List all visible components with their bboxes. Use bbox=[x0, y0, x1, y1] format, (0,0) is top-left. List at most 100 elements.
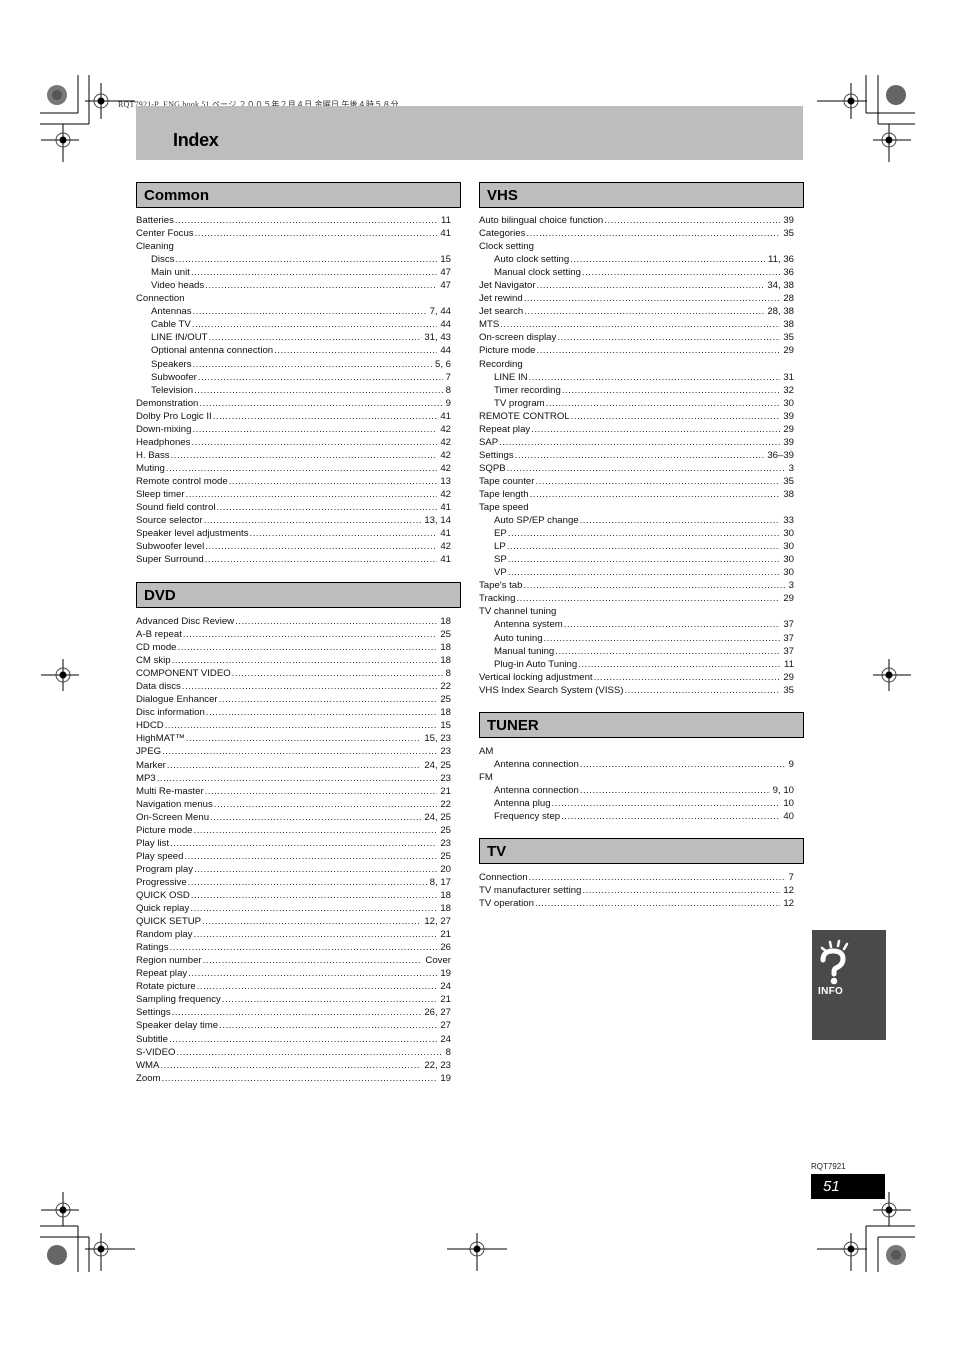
dot-leader bbox=[192, 423, 437, 436]
index-entry: COMPONENT VIDEO 8 bbox=[136, 667, 461, 680]
page-reference: 29 bbox=[783, 423, 794, 435]
page-reference: 40 bbox=[783, 811, 794, 823]
dot-leader bbox=[182, 680, 438, 693]
dot-leader bbox=[507, 462, 786, 475]
index-entry: Play list 23 bbox=[136, 837, 461, 850]
index-entry: JPEG 23 bbox=[136, 745, 461, 758]
index-term: LINE IN/OUT bbox=[151, 332, 208, 344]
index-term: WMA bbox=[136, 1059, 160, 1071]
index-entry: Speaker level adjustments 41 bbox=[136, 527, 461, 540]
page-reference: 31, 43 bbox=[424, 332, 451, 344]
index-entry: Advanced Disc Review 18 bbox=[136, 615, 461, 628]
page-reference: 37 bbox=[783, 632, 794, 644]
dot-leader bbox=[507, 540, 781, 553]
dot-leader bbox=[580, 784, 770, 797]
index-entry: WMA 22, 23 bbox=[136, 1059, 461, 1072]
dot-leader bbox=[191, 266, 437, 279]
page-reference: 32 bbox=[783, 384, 794, 396]
page-reference: 30 bbox=[783, 567, 794, 579]
index-entry: Sound field control 41 bbox=[136, 501, 461, 514]
dot-leader bbox=[194, 824, 438, 837]
page-reference: 15, 23 bbox=[424, 733, 451, 745]
page-reference: 42 bbox=[440, 436, 451, 448]
page-reference: 15 bbox=[440, 720, 451, 732]
index-entry: Settings 36–39 bbox=[479, 449, 804, 462]
index-term: Speaker level adjustments bbox=[136, 528, 249, 540]
index-term: JPEG bbox=[136, 746, 162, 758]
index-term: Play list bbox=[136, 837, 170, 849]
page-reference: 18 bbox=[440, 616, 451, 627]
dot-leader bbox=[186, 488, 438, 501]
page-reference: 25 bbox=[440, 629, 451, 641]
page-reference: 26, 27 bbox=[424, 1007, 451, 1019]
index-term: On-screen display bbox=[479, 332, 557, 344]
page-reference: 7 bbox=[788, 872, 794, 883]
dot-leader bbox=[524, 292, 781, 305]
index-entry: Jet Navigator 34, 38 bbox=[479, 279, 804, 292]
index-entry: Headphones 42 bbox=[136, 436, 461, 449]
page-header: Index bbox=[136, 106, 803, 160]
index-entry: Play speed 25 bbox=[136, 850, 461, 863]
index-term: Tracking bbox=[479, 593, 516, 605]
index-term: Disc information bbox=[136, 707, 205, 719]
index-term: HDCD bbox=[136, 720, 164, 732]
dot-leader bbox=[535, 475, 780, 488]
dot-leader bbox=[508, 553, 781, 566]
page-reference: 42 bbox=[440, 541, 451, 553]
index-subentry: Antenna plug 10 bbox=[479, 797, 804, 810]
index-subentry: LINE IN 31 bbox=[479, 371, 804, 384]
index-entry: HDCD 15 bbox=[136, 719, 461, 732]
dot-leader bbox=[580, 514, 781, 527]
dot-leader bbox=[165, 719, 438, 732]
dot-leader bbox=[162, 1072, 438, 1085]
dot-leader bbox=[160, 1059, 421, 1072]
page-reference: 23 bbox=[440, 746, 451, 758]
dot-leader bbox=[232, 667, 443, 680]
page-reference: 36–39 bbox=[767, 449, 794, 461]
dot-leader bbox=[191, 889, 437, 902]
index-term: A-B repeat bbox=[136, 629, 182, 641]
index-entry: Dolby Pro Logic II 41 bbox=[136, 410, 461, 423]
index-entry: TV operation 12 bbox=[479, 897, 804, 910]
index-term: Remote control mode bbox=[136, 475, 228, 487]
index-term: Zoom bbox=[136, 1072, 161, 1084]
index-subentry: LINE IN/OUT 31, 43 bbox=[136, 331, 461, 344]
page-reference: 24, 25 bbox=[424, 759, 451, 771]
dot-leader bbox=[555, 645, 780, 658]
page-reference: 19 bbox=[440, 1072, 451, 1084]
page-reference: 21 bbox=[440, 994, 451, 1006]
dot-leader bbox=[176, 1046, 442, 1059]
index-term: Auto SP/EP change bbox=[494, 515, 579, 527]
page-reference: 29 bbox=[783, 593, 794, 605]
index-subentry: Antennas 7, 44 bbox=[136, 305, 461, 318]
index-entry: Recording bbox=[479, 358, 804, 371]
dot-leader bbox=[229, 475, 438, 488]
index-term: Timer recording bbox=[494, 384, 561, 396]
index-term: CD mode bbox=[136, 642, 177, 654]
page-reference: 42 bbox=[440, 449, 451, 461]
page-number-box: 51 bbox=[811, 1174, 885, 1199]
index-entry: Repeat play 29 bbox=[479, 423, 804, 436]
index-term: Auto bilingual choice function bbox=[479, 215, 604, 226]
index-entry: Tape's tab 3 bbox=[479, 579, 804, 592]
index-term: Play speed bbox=[136, 850, 184, 862]
index-entry: MTS 38 bbox=[479, 318, 804, 331]
page-reference: Cover bbox=[425, 955, 451, 967]
index-entry: Rotate picture 24 bbox=[136, 980, 461, 993]
page-reference: 8, 17 bbox=[429, 876, 451, 888]
page-reference: 12, 27 bbox=[424, 916, 451, 928]
page-reference: 30 bbox=[783, 541, 794, 553]
index-term: Rotate picture bbox=[136, 981, 196, 993]
dot-leader bbox=[535, 897, 780, 910]
index-list-vhs: Auto bilingual choice function39Categori… bbox=[479, 214, 804, 697]
index-entry: Center Focus 41 bbox=[136, 227, 461, 240]
index-term: Tape's tab bbox=[479, 580, 523, 592]
page-reference: 23 bbox=[440, 837, 451, 849]
index-subentry: Video heads 47 bbox=[136, 279, 461, 292]
index-entry: QUICK SETUP 12, 27 bbox=[136, 915, 461, 928]
dot-leader bbox=[499, 436, 780, 449]
dot-leader bbox=[206, 706, 438, 719]
dot-leader bbox=[171, 449, 438, 462]
index-subentry: Plug-in Auto Tuning 11 bbox=[479, 658, 804, 671]
index-term: Antennas bbox=[151, 306, 192, 318]
